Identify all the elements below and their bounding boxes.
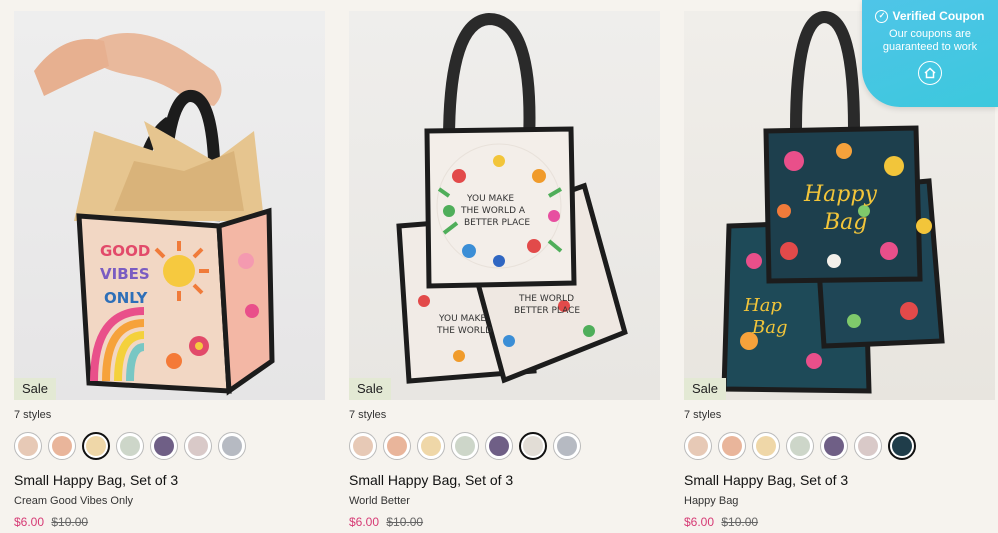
svg-text:Hap: Hap (743, 295, 782, 316)
style-swatch[interactable] (786, 431, 814, 460)
product-variant: Happy Bag (684, 495, 739, 507)
style-swatches (349, 431, 660, 460)
svg-text:GOOD: GOOD (100, 242, 150, 260)
sale-badge: Sale (684, 378, 727, 400)
style-swatch[interactable] (553, 431, 581, 460)
original-price: $10.00 (51, 515, 89, 529)
style-swatch[interactable] (218, 431, 246, 460)
sale-badge: Sale (14, 378, 57, 400)
style-swatch[interactable] (451, 431, 479, 460)
sale-price: $6.00 (349, 515, 380, 529)
style-swatch[interactable] (116, 431, 144, 460)
svg-text:THE WORLD: THE WORLD (436, 326, 492, 336)
product-title[interactable]: Small Happy Bag, Set of 3 (349, 472, 660, 489)
styles-count: 7 styles (14, 409, 52, 421)
home-icon[interactable] (918, 61, 942, 85)
sale-price: $6.00 (684, 515, 715, 529)
product-grid: GOOD VIBES ONLY Sale 7 styles Small Happ… (14, 11, 995, 529)
style-swatches (684, 431, 995, 460)
style-swatch[interactable] (349, 431, 377, 460)
original-price: $10.00 (721, 515, 759, 529)
svg-text:VIBES: VIBES (100, 265, 150, 283)
svg-text:Bag: Bag (751, 317, 787, 338)
product-variant: World Better (349, 495, 410, 507)
product-title[interactable]: Small Happy Bag, Set of 3 (14, 472, 325, 489)
product-variant: Cream Good Vibes Only (14, 495, 134, 507)
styles-count: 7 styles (684, 409, 722, 421)
svg-text:THE WORLD: THE WORLD (518, 294, 574, 304)
product-card[interactable]: GOOD VIBES ONLY Sale 7 styles Small Happ… (14, 11, 325, 529)
check-circle-icon: ✓ (875, 9, 889, 23)
style-swatch[interactable] (718, 431, 746, 460)
product-price: $6.00 $10.00 (14, 515, 325, 529)
style-swatch[interactable] (417, 431, 445, 460)
sale-price: $6.00 (14, 515, 45, 529)
style-swatch[interactable] (684, 431, 712, 460)
style-swatch[interactable] (820, 431, 848, 460)
style-swatch[interactable] (48, 431, 76, 460)
original-price: $10.00 (386, 515, 424, 529)
product-card[interactable]: YOU MAKE THE WORLD A BETTER PLACE YOU MA… (349, 11, 660, 529)
product-price: $6.00 $10.00 (684, 515, 995, 529)
svg-text:THE WORLD A: THE WORLD A (460, 206, 526, 216)
bag-illustration: YOU MAKE THE WORLD A BETTER PLACE YOU MA… (396, 12, 628, 384)
verified-coupon-widget[interactable]: ✓ Verified Coupon Our coupons are guaran… (862, 0, 998, 107)
style-swatch[interactable] (485, 431, 513, 460)
product-image[interactable]: YOU MAKE THE WORLD A BETTER PLACE YOU MA… (349, 11, 660, 400)
style-swatch[interactable] (150, 431, 178, 460)
style-swatch-selected[interactable] (888, 431, 916, 460)
styles-count: 7 styles (349, 409, 387, 421)
style-swatch[interactable] (184, 431, 212, 460)
style-swatches (14, 431, 325, 460)
bag-illustration: GOOD VIBES ONLY (34, 33, 275, 396)
coupon-header: ✓ Verified Coupon (862, 9, 998, 23)
svg-text:ONLY: ONLY (104, 289, 149, 307)
sale-badge: Sale (349, 378, 392, 400)
svg-text:Bag: Bag (823, 210, 867, 235)
style-swatch-selected[interactable] (519, 431, 547, 460)
product-title[interactable]: Small Happy Bag, Set of 3 (684, 472, 995, 489)
svg-text:YOU MAKE: YOU MAKE (438, 314, 486, 324)
style-swatch[interactable] (14, 431, 42, 460)
style-swatch-selected[interactable] (82, 431, 110, 460)
svg-text:BETTER PLACE: BETTER PLACE (514, 306, 580, 316)
style-swatch[interactable] (854, 431, 882, 460)
coupon-subtitle: Our coupons are guaranteed to work (882, 28, 978, 53)
product-price: $6.00 $10.00 (349, 515, 660, 529)
style-swatch[interactable] (752, 431, 780, 460)
svg-text:YOU MAKE: YOU MAKE (466, 194, 514, 204)
product-image[interactable]: GOOD VIBES ONLY Sale (14, 11, 325, 400)
svg-text:Happy: Happy (803, 182, 877, 207)
coupon-title: Verified Coupon (892, 9, 985, 23)
svg-text:BETTER PLACE: BETTER PLACE (464, 218, 530, 228)
style-swatch[interactable] (383, 431, 411, 460)
